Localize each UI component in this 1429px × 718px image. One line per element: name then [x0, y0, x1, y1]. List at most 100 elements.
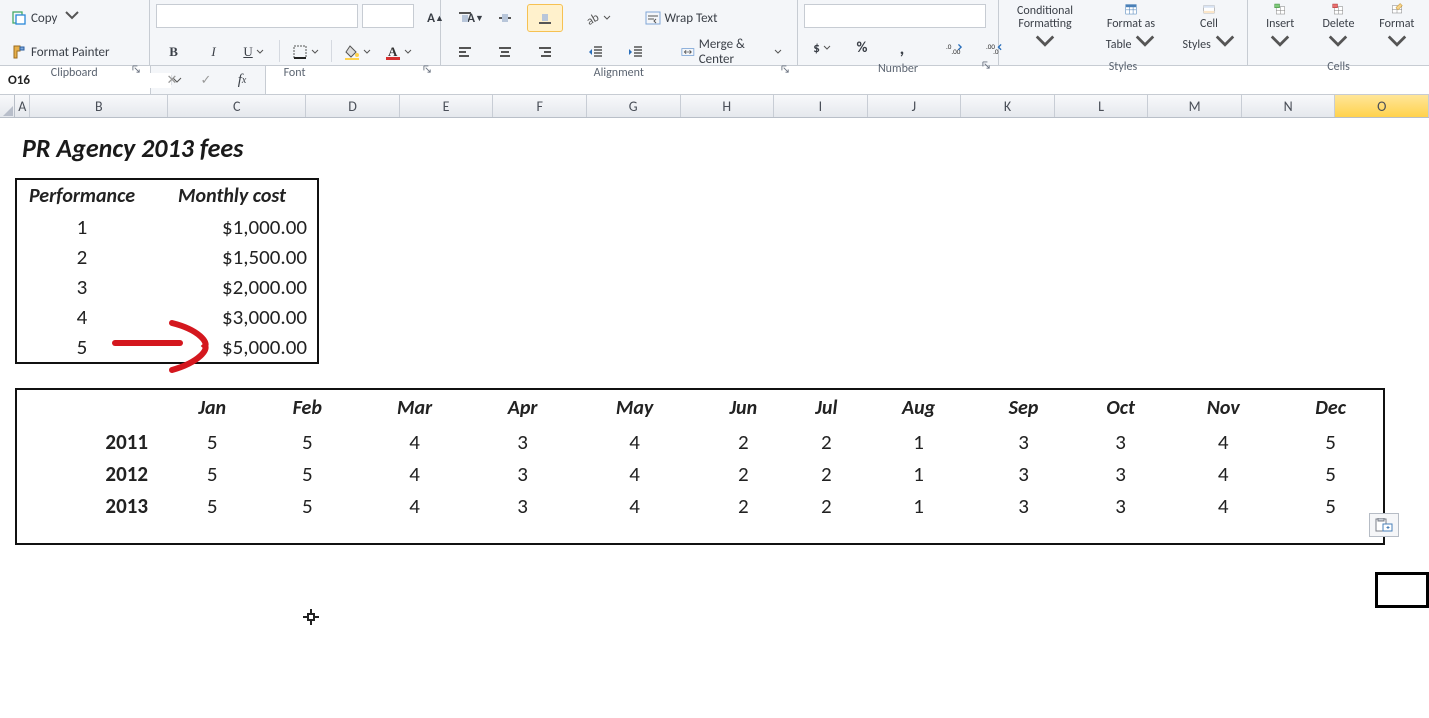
font-name-combo[interactable]: [156, 4, 358, 28]
increase-decimal-button[interactable]: .0.00: [936, 34, 972, 62]
merge-center-button[interactable]: Merge & Center: [672, 38, 791, 66]
month-value[interactable]: 4: [356, 458, 473, 490]
year-label[interactable]: 2013: [16, 490, 166, 544]
fill-color-button[interactable]: [339, 38, 376, 66]
year-label[interactable]: 2012: [16, 458, 166, 490]
comma-button[interactable]: ,: [884, 34, 920, 62]
column-header-O[interactable]: O: [1335, 95, 1429, 117]
year-label[interactable]: 2011: [16, 426, 166, 458]
number-format-combo[interactable]: [804, 4, 986, 28]
month-value[interactable]: 5: [258, 490, 356, 544]
cost-value[interactable]: $1,500.00: [147, 242, 318, 272]
month-value[interactable]: 3: [1073, 426, 1168, 458]
month-value[interactable]: 1: [863, 458, 974, 490]
format-cells-button[interactable]: Format: [1371, 0, 1423, 60]
conditional-formatting-button[interactable]: ConditionalFormatting: [1005, 0, 1085, 60]
month-value[interactable]: 3: [473, 458, 572, 490]
month-value[interactable]: 5: [1278, 426, 1384, 458]
month-value[interactable]: 5: [166, 490, 258, 544]
cost-value[interactable]: $2,000.00: [147, 272, 318, 302]
month-value[interactable]: 3: [473, 490, 572, 544]
underline-button[interactable]: U: [236, 38, 272, 66]
month-value[interactable]: 5: [166, 426, 258, 458]
month-value[interactable]: 4: [572, 426, 697, 458]
column-header-F[interactable]: F: [493, 95, 587, 117]
font-size-combo[interactable]: [362, 4, 414, 28]
column-header-H[interactable]: H: [681, 95, 775, 117]
align-middle-button[interactable]: [487, 4, 523, 32]
bold-button[interactable]: B: [156, 38, 192, 66]
paste-options-button[interactable]: [1369, 513, 1399, 537]
month-value[interactable]: 4: [356, 426, 473, 458]
month-value[interactable]: 2: [697, 426, 789, 458]
month-value[interactable]: 4: [356, 490, 473, 544]
italic-button[interactable]: I: [196, 38, 232, 66]
align-left-button[interactable]: [447, 38, 483, 66]
month-value[interactable]: 1: [863, 426, 974, 458]
column-header-M[interactable]: M: [1148, 95, 1242, 117]
decrease-indent-button[interactable]: [578, 38, 614, 66]
font-color-button[interactable]: A: [380, 38, 417, 66]
month-value[interactable]: 3: [974, 458, 1073, 490]
column-header-D[interactable]: D: [306, 95, 400, 117]
month-value[interactable]: 4: [1168, 458, 1278, 490]
increase-indent-button[interactable]: [618, 38, 654, 66]
month-value[interactable]: 5: [258, 458, 356, 490]
align-top-button[interactable]: [447, 4, 483, 32]
column-header-K[interactable]: K: [961, 95, 1055, 117]
perf-value[interactable]: 2: [16, 242, 147, 272]
column-header-I[interactable]: I: [774, 95, 868, 117]
month-value[interactable]: 2: [697, 458, 789, 490]
worksheet-area[interactable]: PR Agency 2013 fees Performance Monthly …: [0, 118, 1429, 718]
month-value[interactable]: 3: [1073, 490, 1168, 544]
align-center-button[interactable]: [487, 38, 523, 66]
month-value[interactable]: 3: [974, 426, 1073, 458]
month-value[interactable]: 1: [863, 490, 974, 544]
column-header-C[interactable]: C: [168, 95, 306, 117]
month-value[interactable]: 4: [572, 458, 697, 490]
borders-button[interactable]: [287, 38, 324, 66]
format-as-table-button[interactable]: Format asTable: [1091, 0, 1171, 60]
column-header-E[interactable]: E: [400, 95, 494, 117]
month-value[interactable]: 5: [166, 458, 258, 490]
align-bottom-button[interactable]: [527, 4, 563, 32]
perf-value[interactable]: 4: [16, 302, 147, 332]
insert-cells-button[interactable]: Insert: [1254, 0, 1306, 60]
month-value[interactable]: 4: [572, 490, 697, 544]
wrap-text-button[interactable]: Wrap Text: [636, 4, 727, 32]
copy-button[interactable]: Copy: [6, 4, 85, 32]
cell-styles-button[interactable]: CellStyles: [1177, 0, 1241, 60]
percent-button[interactable]: %: [844, 34, 880, 62]
cost-value[interactable]: $1,000.00: [147, 212, 318, 242]
month-value[interactable]: 4: [1168, 490, 1278, 544]
currency-button[interactable]: $: [804, 34, 840, 62]
month-value[interactable]: 3: [1073, 458, 1168, 490]
orientation-button[interactable]: ab: [579, 4, 616, 32]
perf-value[interactable]: 3: [16, 272, 147, 302]
column-header-A[interactable]: A: [15, 95, 30, 117]
column-header-L[interactable]: L: [1055, 95, 1149, 117]
column-header-N[interactable]: N: [1242, 95, 1336, 117]
align-right-button[interactable]: [527, 38, 563, 66]
delete-cells-button[interactable]: Delete: [1312, 0, 1364, 60]
clipboard-dialog-launcher[interactable]: [129, 61, 145, 77]
month-value[interactable]: 4: [1168, 426, 1278, 458]
alignment-dialog-launcher[interactable]: [777, 61, 793, 77]
month-value[interactable]: 2: [790, 426, 864, 458]
select-all-corner[interactable]: [0, 95, 15, 117]
cost-value[interactable]: $5,000.00: [147, 332, 318, 363]
format-painter-button[interactable]: Format Painter: [6, 38, 115, 66]
font-dialog-launcher[interactable]: [420, 61, 436, 77]
month-value[interactable]: 3: [974, 490, 1073, 544]
column-header-B[interactable]: B: [30, 95, 168, 117]
month-value[interactable]: 5: [258, 426, 356, 458]
column-header-G[interactable]: G: [587, 95, 681, 117]
month-value[interactable]: 2: [697, 490, 789, 544]
cost-value[interactable]: $3,000.00: [147, 302, 318, 332]
month-value[interactable]: 3: [473, 426, 572, 458]
month-value[interactable]: 2: [790, 490, 864, 544]
column-header-J[interactable]: J: [868, 95, 962, 117]
month-value[interactable]: 5: [1278, 458, 1384, 490]
number-dialog-launcher[interactable]: [978, 57, 994, 73]
perf-value[interactable]: 1: [16, 212, 147, 242]
